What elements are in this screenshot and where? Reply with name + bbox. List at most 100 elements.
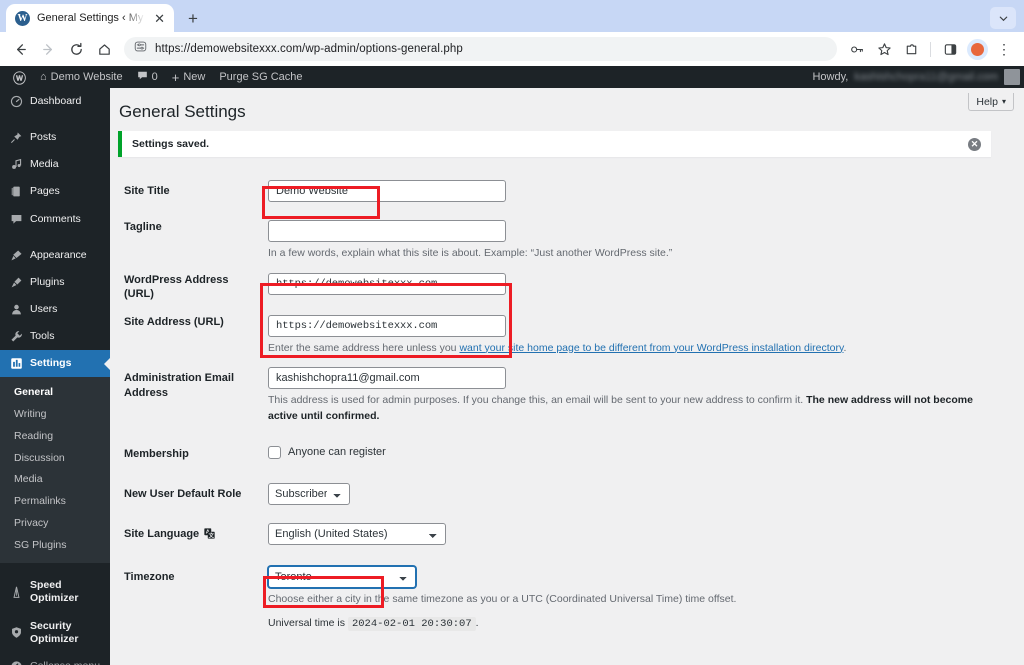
general-settings-form: Site Title Tagline In a few words, expla… bbox=[118, 171, 1004, 639]
sidebar-item-users[interactable]: Users bbox=[0, 296, 110, 323]
anyone-can-register-checkbox[interactable] bbox=[268, 445, 281, 459]
site-title-label: Site Title bbox=[124, 185, 170, 197]
tab-list-chevron-down-icon[interactable] bbox=[990, 7, 1016, 29]
new-tab-icon[interactable]: + bbox=[188, 10, 198, 27]
wordpress-address-label: WordPress Address (URL) bbox=[124, 274, 229, 301]
help-label: Help bbox=[976, 95, 998, 108]
submenu-item-general[interactable]: General bbox=[0, 382, 110, 404]
adminbar-purge-cache[interactable]: Purge SG Cache bbox=[212, 66, 309, 88]
back-icon[interactable] bbox=[7, 36, 33, 62]
help-tab-button[interactable]: Help ▾ bbox=[968, 93, 1014, 111]
sidebar-item-security-optimizer[interactable]: Security Optimizer bbox=[0, 613, 110, 653]
sidebar-item-label: Comments bbox=[30, 212, 81, 225]
forward-icon[interactable] bbox=[35, 36, 61, 62]
browser-toolbar: https://demowebsitexxx.com/wp-admin/opti… bbox=[0, 32, 1024, 66]
sidebar-item-tools[interactable]: Tools bbox=[0, 323, 110, 350]
settings-icon bbox=[9, 357, 23, 370]
url-text: https://demowebsitexxx.com/wp-admin/opti… bbox=[155, 43, 463, 55]
address-bar[interactable]: https://demowebsitexxx.com/wp-admin/opti… bbox=[124, 37, 837, 61]
default-role-select[interactable]: Subscriber bbox=[268, 483, 350, 506]
translate-icon: A文 bbox=[204, 528, 215, 543]
sidebar-item-pages[interactable]: Pages bbox=[0, 178, 110, 205]
chevron-down-icon: ▾ bbox=[1001, 97, 1006, 106]
avatar[interactable] bbox=[1004, 69, 1020, 85]
sidebar-item-collapse-menu[interactable]: Collapse menu bbox=[0, 653, 110, 665]
sidebar-divider bbox=[0, 563, 110, 572]
wordpress-favicon-icon: W bbox=[15, 10, 30, 26]
submenu-item-media[interactable]: Media bbox=[0, 469, 110, 491]
sidebar-item-label: Users bbox=[30, 302, 58, 315]
close-icon[interactable]: ✕ bbox=[152, 12, 167, 25]
wp-admin-bar: ⓦ ⌂ Demo Website 0 + New Purge SG Cache … bbox=[0, 66, 1024, 88]
tagline-label: Tagline bbox=[124, 221, 162, 234]
site-settings-icon[interactable] bbox=[134, 40, 147, 58]
extensions-icon[interactable] bbox=[898, 36, 924, 62]
sidebar-item-label: Security Optimizer bbox=[30, 619, 79, 645]
submenu-item-reading[interactable]: Reading bbox=[0, 426, 110, 448]
submenu-item-sg-plugins[interactable]: SG Plugins bbox=[0, 535, 110, 557]
howdy-username: kashishchopra11@gmail.com bbox=[854, 71, 998, 83]
row-site-language: Site Language A文 English (United States) bbox=[118, 514, 1004, 556]
toolbar-divider bbox=[930, 41, 931, 57]
wp-logo-icon[interactable]: ⓦ bbox=[6, 66, 33, 88]
users-icon bbox=[9, 303, 23, 316]
submenu-item-permalinks[interactable]: Permalinks bbox=[0, 491, 110, 513]
different-home-page-link[interactable]: want your site home page to be different… bbox=[459, 342, 843, 354]
dismiss-notice-icon[interactable]: ✕ bbox=[968, 137, 981, 151]
wordpress-address-input[interactable] bbox=[268, 273, 506, 296]
site-language-text: Site Language bbox=[124, 528, 200, 541]
tagline-input[interactable] bbox=[268, 220, 506, 243]
bookmark-star-icon[interactable] bbox=[871, 36, 897, 62]
profile-avatar[interactable] bbox=[964, 36, 990, 62]
collapse-menu-icon bbox=[9, 660, 23, 665]
browser-menu-icon[interactable]: ⋮ bbox=[991, 36, 1017, 62]
submenu-item-writing[interactable]: Writing bbox=[0, 404, 110, 426]
sidebar-item-posts[interactable]: Posts bbox=[0, 124, 110, 151]
side-panel-icon[interactable] bbox=[937, 36, 963, 62]
adminbar-site-name[interactable]: ⌂ Demo Website bbox=[33, 66, 130, 88]
home-icon[interactable] bbox=[91, 36, 117, 62]
sidebar-item-dashboard[interactable]: Dashboard bbox=[0, 88, 110, 115]
row-wordpress-address: WordPress Address (URL) bbox=[118, 264, 1004, 306]
admin-body: Dashboard Posts Media Pages Comments App… bbox=[0, 88, 1024, 665]
row-tagline: Tagline In a few words, explain what thi… bbox=[118, 211, 1004, 264]
row-timezone: Timezone Toronto Choose either a city in… bbox=[118, 557, 1004, 639]
adminbar-new[interactable]: + New bbox=[165, 66, 213, 88]
sidebar-item-label: Posts bbox=[30, 131, 57, 144]
desc-text-before: Enter the same address here unless you bbox=[268, 341, 460, 354]
submenu-item-discussion[interactable]: Discussion bbox=[0, 448, 110, 470]
sidebar-item-appearance[interactable]: Appearance bbox=[0, 242, 110, 269]
submenu-item-privacy[interactable]: Privacy bbox=[0, 513, 110, 535]
page-title: General Settings bbox=[119, 102, 246, 121]
sidebar-item-label: Media bbox=[30, 158, 59, 171]
notice-text: Settings saved. bbox=[132, 138, 210, 150]
sidebar-item-comments[interactable]: Comments bbox=[0, 206, 110, 233]
sidebar-item-label: Collapse menu bbox=[30, 660, 100, 665]
adminbar-account[interactable]: Howdy, kashishchopra11@gmail.com bbox=[812, 69, 1024, 85]
desc-text: This address is used for admin purposes.… bbox=[268, 394, 807, 407]
row-membership: Membership Anyone can register bbox=[118, 434, 1004, 474]
row-admin-email: Administration Email Address This addres… bbox=[118, 358, 1004, 434]
sidebar-item-plugins[interactable]: Plugins bbox=[0, 269, 110, 296]
password-key-icon[interactable] bbox=[844, 36, 870, 62]
universal-time: Universal time is 2024-02-01 20:30:07. bbox=[268, 616, 994, 631]
sidebar-item-settings[interactable]: Settings bbox=[0, 350, 110, 378]
browser-window: W General Settings ‹ My WordP ✕ + https:… bbox=[0, 0, 1024, 665]
sidebar-item-media[interactable]: Media bbox=[0, 151, 110, 178]
admin-email-label: Administration Email Address bbox=[124, 372, 235, 399]
tab-title: General Settings ‹ My WordP bbox=[37, 12, 145, 24]
pin-icon bbox=[9, 131, 23, 144]
comments-icon bbox=[9, 213, 23, 226]
site-language-select[interactable]: English (United States) bbox=[268, 523, 446, 546]
browser-tab[interactable]: W General Settings ‹ My WordP ✕ bbox=[6, 4, 174, 32]
site-title-input[interactable] bbox=[268, 180, 506, 202]
sidebar-item-speed-optimizer[interactable]: Speed Optimizer bbox=[0, 572, 110, 612]
adminbar-comments[interactable]: 0 bbox=[130, 66, 165, 88]
sidebar-item-label: Pages bbox=[30, 185, 60, 198]
site-address-input[interactable] bbox=[268, 314, 506, 337]
admin-email-input[interactable] bbox=[268, 367, 506, 390]
timezone-select[interactable]: Toronto bbox=[268, 565, 416, 588]
howdy-prefix: Howdy, bbox=[812, 71, 849, 83]
reload-icon[interactable] bbox=[63, 36, 89, 62]
sidebar-item-label: Dashboard bbox=[30, 95, 82, 107]
